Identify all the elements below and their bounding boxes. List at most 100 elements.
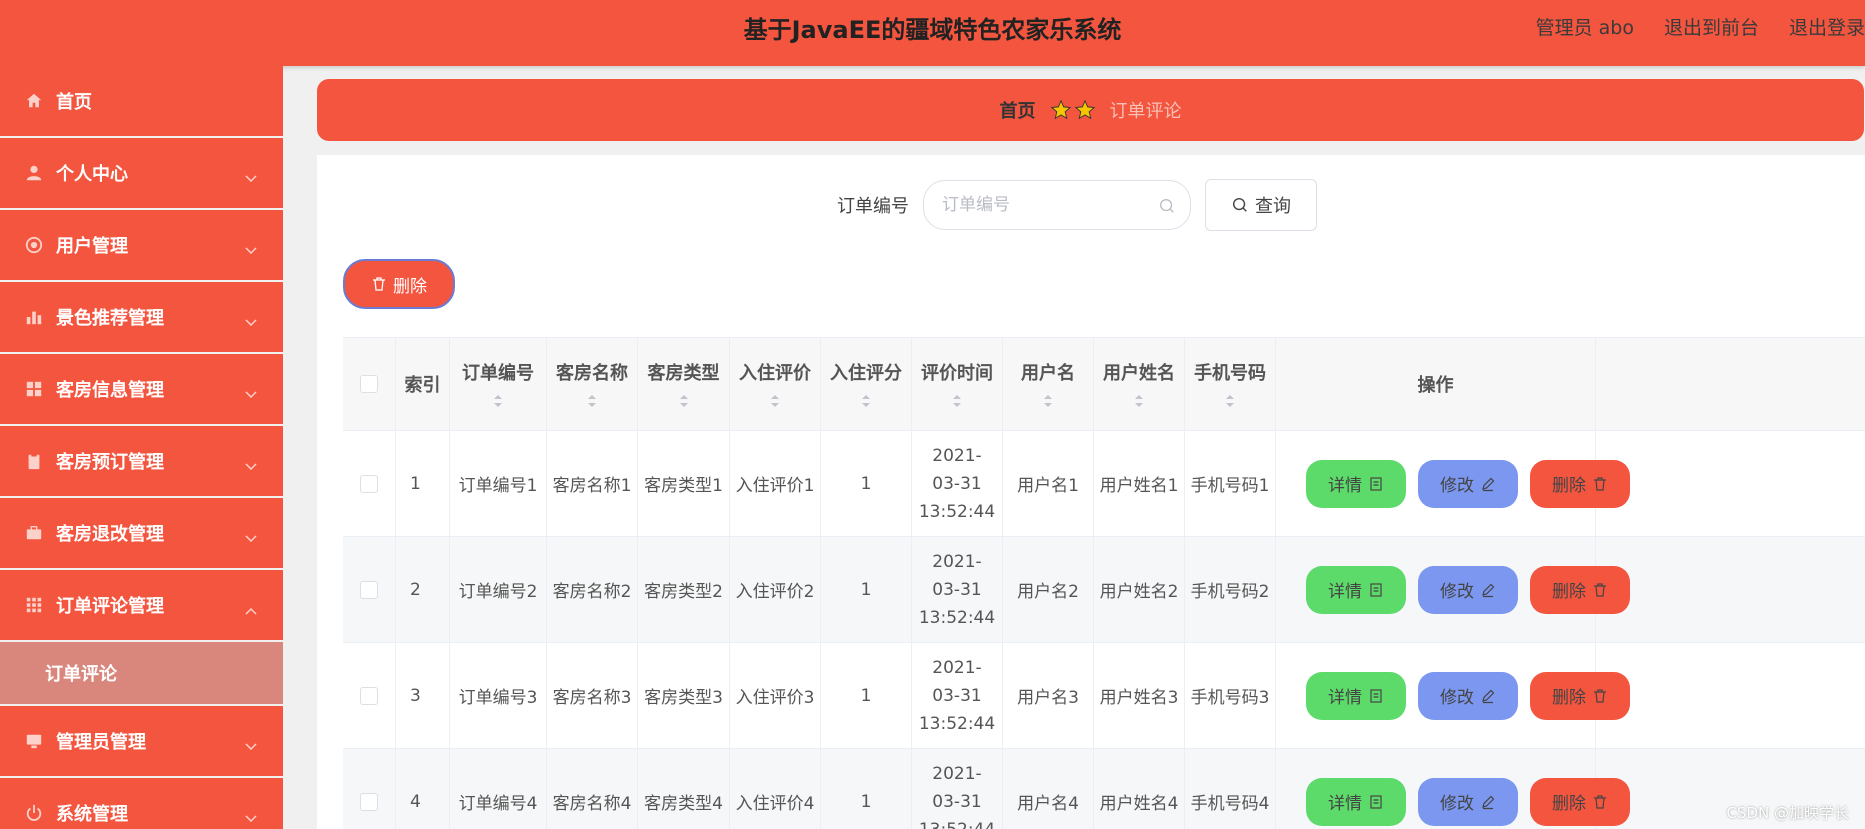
col-order-no[interactable]: 订单编号 [450,338,547,430]
col-phone[interactable]: 手机号码 [1185,338,1276,430]
cell-room-name: 客房名称4 [547,749,638,829]
sidebar-item-personal-center[interactable]: 个人中心 [0,138,283,208]
edit-button[interactable]: 修改 [1418,671,1518,720]
edit-button[interactable]: 修改 [1418,777,1518,826]
table-row: 3 订单编号3 客房名称3 客房类型3 入住评价3 1 2021-03-31 13:52:4… [343,643,1865,749]
user-icon [24,163,44,183]
col-room-name-label: 客房名称 [556,363,628,384]
cell-index: 3 [396,643,450,748]
edit-button-label: 修改 [1440,794,1474,814]
sidebar-item-admin-management[interactable]: 管理员管理 [0,706,283,776]
clipboard-icon [24,451,44,471]
col-realname[interactable]: 用户姓名 [1094,338,1185,430]
search-label: 订单编号 [837,196,909,217]
col-score[interactable]: 入住评分 [821,338,912,430]
exit-to-frontend-link[interactable]: 退出到前台 [1664,0,1759,56]
cell-index: 1 [396,431,450,536]
chevron-down-icon [245,807,257,823]
detail-button[interactable]: 详情 [1306,777,1406,826]
order-number-search-field [923,180,1191,230]
document-icon [1368,582,1384,598]
select-all-checkbox[interactable] [360,375,378,393]
cell-order-no: 订单编号4 [450,749,547,829]
top-header: 基于JavaEE的疆域特色农家乐系统 管理员 abo 退出到前台 退出登录 [0,0,1865,66]
row-checkbox[interactable] [360,474,378,493]
cell-phone: 手机号码2 [1185,537,1276,642]
delete-button-label: 删除 [1552,582,1586,602]
logout-link[interactable]: 退出登录 [1789,0,1865,56]
row-checkbox[interactable] [360,580,378,599]
watermark: CSDN @加映学长 [1726,804,1849,822]
detail-button[interactable]: 详情 [1306,459,1406,508]
sort-icon [588,395,596,407]
row-actions: 详情 修改 删除 [1276,777,1630,826]
col-time[interactable]: 评价时间 [912,338,1003,430]
sidebar-item-user-management[interactable]: 用户管理 [0,210,283,280]
col-username[interactable]: 用户名 [1003,338,1094,430]
col-score-label: 入住评分 [830,363,902,384]
trash-icon [1592,476,1608,492]
row-checkbox[interactable] [360,686,378,705]
sidebar-item-order-review-management[interactable]: 订单评论管理 [0,570,283,640]
sort-icon [1226,395,1234,407]
breadcrumb-home-link[interactable]: 首页 [1000,97,1036,123]
chevron-down-icon [245,735,257,751]
sidebar-item-label: 系统管理 [56,804,128,825]
content-panel: 订单编号 查询 删除 索引 订单编号 客房名称 客房类型 入住评价 入住评分 评… [317,155,1865,829]
sidebar-subitem-order-review[interactable]: 订单评论 [0,642,283,704]
sidebar-item-label: 管理员管理 [56,732,146,753]
cell-time: 2021-03-31 13:52:44 [912,537,1003,642]
table-header: 索引 订单编号 客房名称 客房类型 入住评价 入住评分 评价时间 用户名 用户姓… [343,337,1865,431]
delete-button[interactable]: 删除 [1530,565,1630,614]
edit-button[interactable]: 修改 [1418,459,1518,508]
sidebar-item-room-refund-management[interactable]: 客房退改管理 [0,498,283,568]
document-icon [1368,688,1384,704]
cell-review: 入住评价2 [730,537,821,642]
col-username-label: 用户名 [1021,363,1075,384]
cell-phone: 手机号码1 [1185,431,1276,536]
col-order-no-label: 订单编号 [462,363,534,384]
document-icon [1368,476,1384,492]
cell-username: 用户名2 [1003,537,1094,642]
sidebar-item-room-booking-management[interactable]: 客房预订管理 [0,426,283,496]
sort-icon [771,395,779,407]
detail-button-label: 详情 [1328,476,1362,496]
row-actions: 详情 修改 删除 [1276,671,1630,720]
delete-button[interactable]: 删除 [1530,777,1630,826]
row-checkbox[interactable] [360,792,378,811]
detail-button[interactable]: 详情 [1306,565,1406,614]
edit-button[interactable]: 修改 [1418,565,1518,614]
sidebar-item-system-management[interactable]: 系统管理 [0,778,283,829]
query-button[interactable]: 查询 [1205,179,1317,231]
col-room-name[interactable]: 客房名称 [547,338,638,430]
cell-phone: 手机号码3 [1185,643,1276,748]
search-form: 订单编号 查询 [837,179,1317,231]
col-realname-label: 用户姓名 [1103,363,1175,384]
cell-username: 用户名3 [1003,643,1094,748]
trash-icon [373,277,385,291]
col-time-label: 评价时间 [921,363,993,384]
delete-button[interactable]: 删除 [1530,459,1630,508]
sidebar-item-room-info-management[interactable]: 客房信息管理 [0,354,283,424]
col-review[interactable]: 入住评价 [730,338,821,430]
table-row: 2 订单编号2 客房名称2 客房类型2 入住评价2 1 2021-03-31 13:52:4… [343,537,1865,643]
sidebar-item-label: 个人中心 [56,164,128,185]
delete-button-label: 删除 [1552,476,1586,496]
cell-time: 2021-03-31 13:52:44 [912,749,1003,829]
sidebar-item-scenery-management[interactable]: 景色推荐管理 [0,282,283,352]
cell-time: 2021-03-31 13:52:44 [912,431,1003,536]
col-room-type[interactable]: 客房类型 [638,338,730,430]
order-number-input[interactable] [924,181,1190,229]
batch-delete-button[interactable]: 删除 [343,259,455,309]
pencil-icon [1480,582,1496,598]
cell-score: 1 [821,537,912,642]
delete-button[interactable]: 删除 [1530,671,1630,720]
cell-order-no: 订单编号2 [450,537,547,642]
star-icon [1050,99,1071,120]
sidebar-item-home[interactable]: 首页 [0,66,283,136]
row-actions: 详情 修改 删除 [1276,565,1630,614]
cell-review: 入住评价3 [730,643,821,748]
edit-button-label: 修改 [1440,688,1474,708]
detail-button[interactable]: 详情 [1306,671,1406,720]
sidebar-item-label: 用户管理 [56,236,128,257]
